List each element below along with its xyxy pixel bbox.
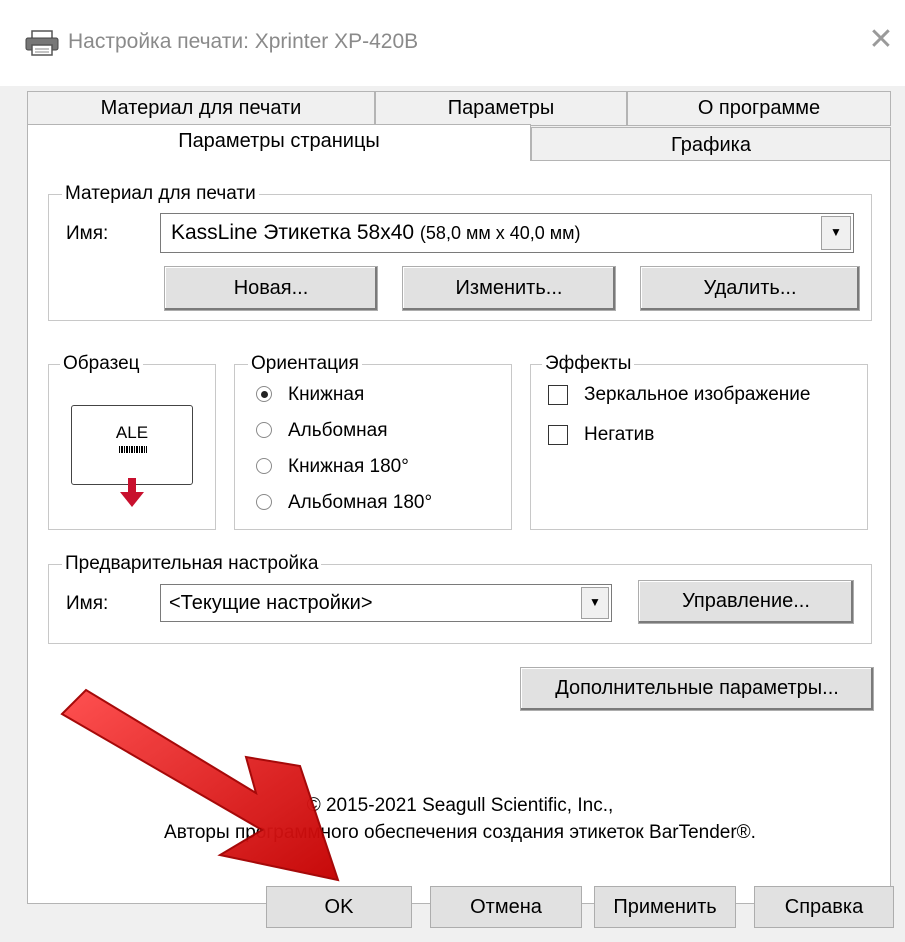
- red-arrow-annotation: [60, 688, 340, 882]
